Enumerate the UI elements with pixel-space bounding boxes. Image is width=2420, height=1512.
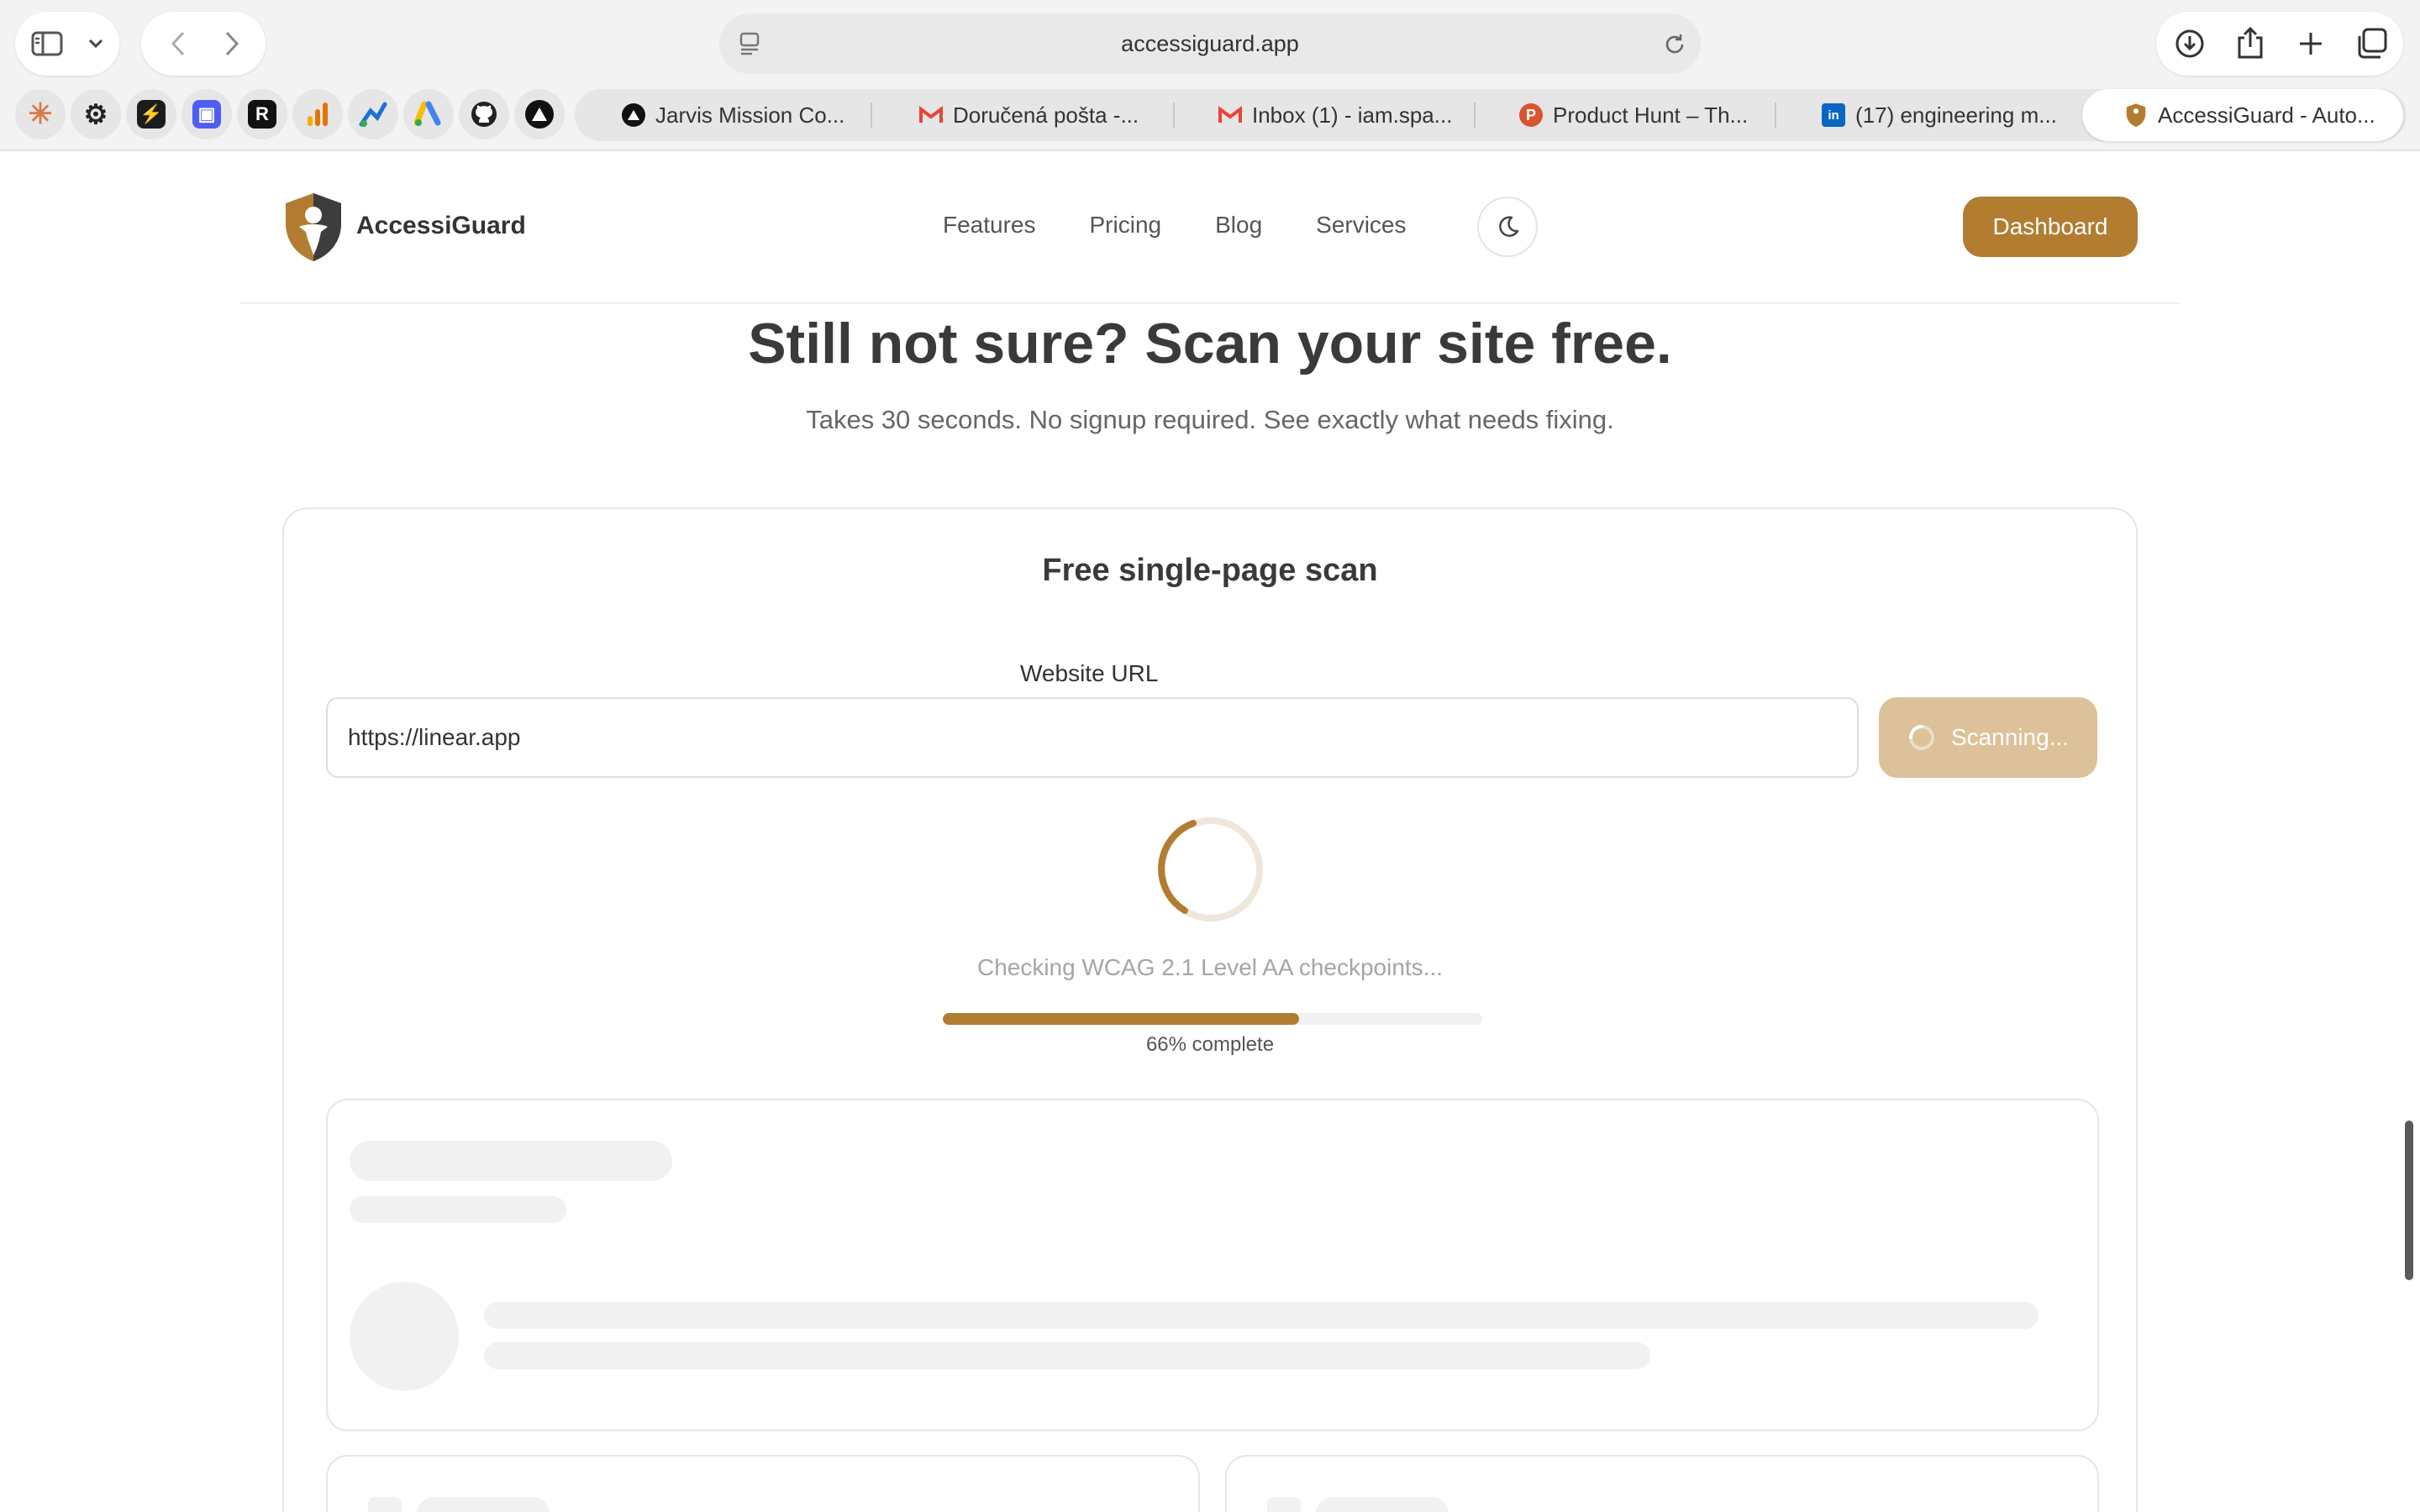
skeleton-line	[417, 1497, 550, 1512]
address-bar[interactable]: accessiguard.app	[719, 13, 1701, 74]
tab-label: (17) engineering m...	[1855, 102, 2057, 128]
favorite-openai[interactable]: ⚙	[71, 89, 121, 139]
linkedin-icon: in	[1822, 103, 1845, 127]
forward-icon[interactable]	[217, 29, 247, 59]
favorite-app[interactable]: ▣	[182, 89, 232, 139]
tab-accessiguard[interactable]: AccessiGuard - Auto...	[2082, 89, 2403, 141]
skeleton-line	[350, 1196, 566, 1223]
nav-services[interactable]: Services	[1316, 212, 1406, 239]
toolbar-actions	[2156, 12, 2403, 76]
chart-icon	[359, 100, 387, 129]
scan-status-text: Checking WCAG 2.1 Level AA checkpoints..…	[976, 954, 1444, 980]
tab-label: Doručená pošta -...	[953, 102, 1139, 128]
skeleton-line	[484, 1342, 1650, 1369]
sidebar-icon[interactable]	[30, 27, 64, 60]
skeleton-icon	[1267, 1497, 1301, 1512]
hero-subtitle: Takes 30 seconds. No signup required. Se…	[806, 405, 1614, 434]
scan-progress-bar	[943, 1013, 1482, 1025]
address-text: accessiguard.app	[1121, 31, 1299, 56]
nav-blog[interactable]: Blog	[1215, 212, 1262, 239]
scanning-button-label: Scanning...	[1950, 724, 2070, 750]
history-nav	[141, 12, 266, 76]
dashboard-button[interactable]: Dashboard	[1963, 197, 2138, 257]
scan-card-title: Free single-page scan	[1042, 553, 1378, 588]
window-icon: ▣	[192, 100, 221, 129]
new-tab-icon[interactable]	[2294, 27, 2328, 60]
skeleton-line	[1316, 1497, 1449, 1512]
tab-label: AccessiGuard - Auto...	[2158, 102, 2375, 128]
tab-divider	[1173, 102, 1175, 128]
skeleton-line	[350, 1141, 672, 1181]
scan-card: Free single-page scan Website URL Scanni…	[282, 507, 2138, 1512]
tab-divider	[1775, 102, 1776, 128]
favorite-vercel[interactable]	[514, 89, 565, 139]
results-skeleton	[326, 1099, 2099, 1431]
google-ads-icon	[414, 100, 443, 129]
loading-spinner-icon	[1156, 815, 1265, 924]
scan-progress-text: 66% complete	[1145, 1033, 1275, 1056]
reload-icon[interactable]	[1660, 30, 1689, 59]
tab-jarvis[interactable]: Jarvis Mission Co...	[622, 89, 865, 141]
r-icon: R	[248, 100, 276, 129]
tab-divider	[1474, 102, 1476, 128]
tab-label: Product Hunt – Th...	[1553, 102, 1749, 128]
spinner-icon	[1908, 725, 1934, 750]
main-nav: Features Pricing Blog Services	[943, 212, 1407, 239]
product-hunt-icon: P	[1519, 103, 1543, 127]
skeleton-line	[484, 1302, 2039, 1329]
page-scrollbar[interactable]	[2405, 1121, 2413, 1280]
theme-toggle-button[interactable]	[1477, 197, 1538, 257]
brand-name[interactable]: AccessiGuard	[356, 212, 526, 240]
tab-overview-icon[interactable]	[2354, 27, 2388, 60]
bolt-icon: ⚡	[137, 100, 166, 129]
nav-features[interactable]: Features	[943, 212, 1036, 239]
skeleton-avatar	[350, 1282, 459, 1391]
scan-progress-fill	[943, 1013, 1299, 1025]
results-skeleton-card	[326, 1455, 1200, 1512]
nav-pricing[interactable]: Pricing	[1090, 212, 1162, 239]
moon-icon	[1499, 216, 1519, 237]
skeleton-icon	[368, 1497, 402, 1512]
downloads-icon[interactable]	[2173, 27, 2207, 60]
accessiguard-logo-icon[interactable]	[282, 190, 345, 264]
gmail-icon	[1218, 103, 1242, 127]
tab-gmail-inbox[interactable]: Inbox (1) - iam.spa...	[1218, 89, 1470, 141]
hero-title: Still not sure? Scan your site free.	[748, 312, 1672, 375]
browser-chrome: accessiguard.app ✳ ⚙ ⚡ ▣ R Jarvis Missio…	[0, 0, 2420, 151]
sidebar-toggle-group	[15, 12, 119, 76]
triangle-icon	[525, 100, 554, 129]
url-label: Website URL	[1020, 660, 1159, 686]
github-icon	[470, 100, 498, 129]
triangle-icon	[622, 103, 645, 127]
favorite-supabase[interactable]: ⚡	[126, 89, 176, 139]
openai-icon: ⚙	[83, 99, 108, 129]
tab-linkedin[interactable]: in (17) engineering m...	[1822, 89, 2065, 141]
share-icon[interactable]	[2233, 25, 2267, 60]
site-header: AccessiGuard Features Pricing Blog Servi…	[240, 151, 2180, 304]
tab-divider	[871, 102, 872, 128]
favorite-r-app[interactable]: R	[237, 89, 287, 139]
tab-label: Jarvis Mission Co...	[655, 102, 845, 128]
back-icon[interactable]	[163, 29, 193, 59]
tab-bar: Jarvis Mission Co... Doručená pošta -...…	[575, 89, 2407, 141]
tab-label: Inbox (1) - iam.spa...	[1252, 102, 1453, 128]
favorite-claude[interactable]: ✳	[15, 89, 66, 139]
favorite-github[interactable]	[459, 89, 509, 139]
results-skeleton-card	[1225, 1455, 2099, 1512]
website-url-input[interactable]	[326, 697, 1859, 778]
claude-icon: ✳	[28, 98, 53, 130]
scanning-button[interactable]: Scanning...	[1879, 697, 2097, 778]
tab-gmail-czech[interactable]: Doručená pošta -...	[919, 89, 1180, 141]
favorites-bar: ✳ ⚙ ⚡ ▣ R	[15, 89, 565, 139]
favorite-google-ads[interactable]	[403, 89, 454, 139]
favorite-ads-chart[interactable]	[348, 89, 398, 139]
tab-product-hunt[interactable]: P Product Hunt – Th...	[1519, 89, 1763, 141]
accessiguard-icon	[2124, 103, 2148, 127]
gmail-icon	[919, 103, 943, 127]
analytics-icon	[303, 100, 332, 129]
favorite-analytics[interactable]	[292, 89, 343, 139]
chevron-down-icon[interactable]	[86, 34, 106, 54]
